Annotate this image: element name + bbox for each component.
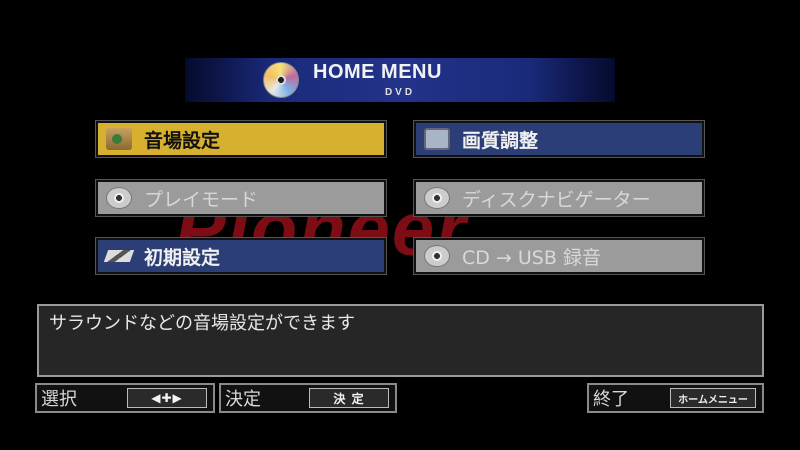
home-menu-key-icon: ホームメニュー: [670, 388, 756, 408]
footer-select-hint: 選択 ◀✚▶: [35, 383, 215, 413]
header-subtitle: DVD: [384, 87, 416, 98]
menu-item-label: 音場設定: [144, 129, 221, 152]
menu-item-picture-adjust[interactable]: 画質調整: [413, 120, 705, 158]
enter-label: 決定: [225, 389, 261, 410]
disc-icon: [424, 187, 450, 209]
menu-item-cd-usb-record[interactable]: CD → USB 録音: [413, 237, 705, 275]
footer-exit-hint: 終了 ホームメニュー: [587, 383, 764, 413]
disc-icon: [106, 187, 132, 209]
wrench-icon: [103, 250, 135, 262]
cursor-key-icon: ◀✚▶: [127, 388, 207, 408]
exit-label: 終了: [593, 389, 629, 410]
speaker-icon: [106, 128, 132, 150]
menu-item-label: ディスクナビゲーター: [462, 188, 651, 211]
tv-icon: [424, 128, 450, 150]
info-panel: サラウンドなどの音場設定ができます: [37, 304, 764, 377]
menu-item-label: CD → USB 録音: [462, 246, 601, 269]
home-menu-header: HOME MENU DVD: [185, 58, 615, 102]
menu-item-disc-navigator[interactable]: ディスクナビゲーター: [413, 179, 705, 217]
enter-key-icon: 決 定: [309, 388, 389, 408]
menu-item-sound-settings[interactable]: 音場設定: [95, 120, 387, 158]
disc-icon: [424, 245, 450, 267]
menu-item-play-mode[interactable]: プレイモード: [95, 179, 387, 217]
info-text: サラウンドなどの音場設定ができます: [49, 313, 355, 334]
menu-item-initial-settings[interactable]: 初期設定: [95, 237, 387, 275]
select-label: 選択: [41, 389, 77, 410]
footer-enter-hint: 決定 決 定: [219, 383, 397, 413]
menu-item-label: プレイモード: [144, 188, 259, 211]
header-title: HOME MENU: [313, 61, 442, 83]
menu-item-label: 初期設定: [144, 246, 221, 269]
menu-item-label: 画質調整: [462, 129, 539, 152]
